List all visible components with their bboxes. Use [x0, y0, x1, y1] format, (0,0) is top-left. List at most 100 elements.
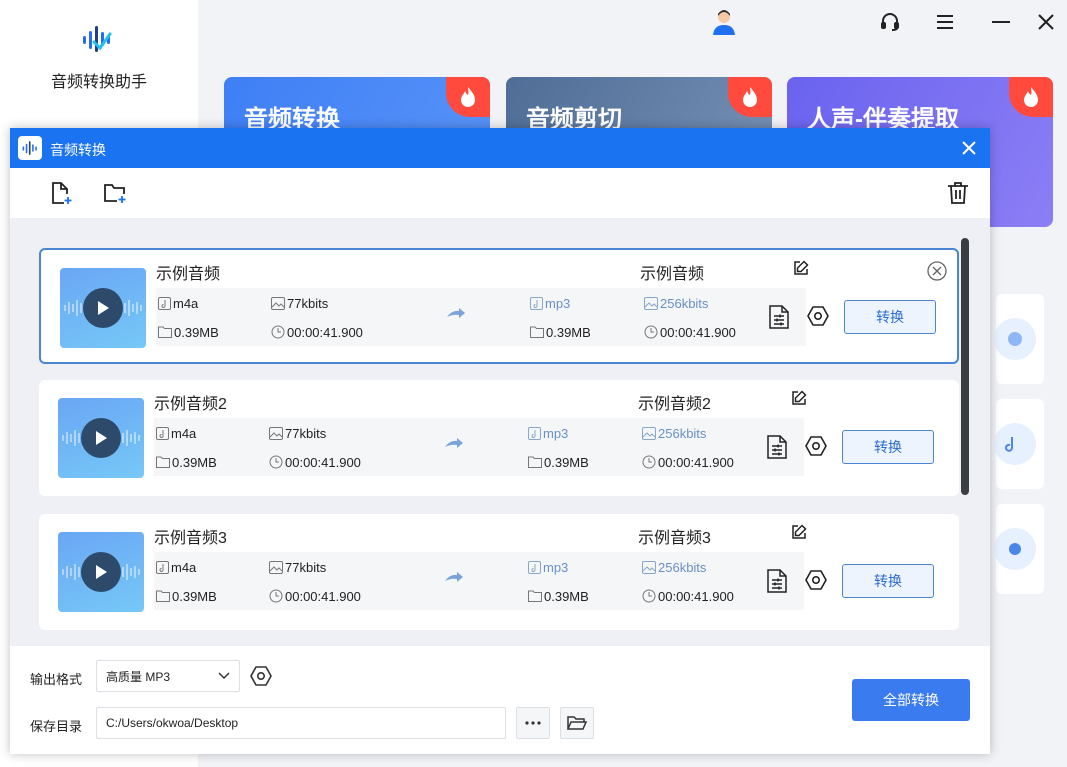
chevron-down-icon — [218, 672, 230, 680]
output-settings-gear-icon[interactable] — [805, 570, 827, 595]
source-duration: 00:00:41.900 — [269, 587, 361, 605]
convert-button[interactable]: 转换 — [842, 430, 934, 464]
music-note-icon — [158, 296, 171, 310]
play-icon — [98, 301, 109, 315]
folder-icon — [156, 456, 170, 468]
file-settings-doc-icon[interactable] — [767, 435, 787, 464]
target-bitrate: 256kbits — [644, 294, 708, 312]
source-duration: 00:00:41.900 — [271, 323, 363, 341]
menu-icon[interactable] — [931, 8, 959, 36]
app-name: 音频转换助手 — [50, 74, 147, 91]
file-card[interactable]: 示例音频2 示例音频2 m4a 77kbits 0.39MB 00:00:41.… — [39, 380, 959, 496]
target-duration: 00:00:41.900 — [642, 587, 734, 605]
file-list[interactable]: 示例音频 示例音频 m4a 77kbits 0.39MB 00:00:41.90… — [10, 218, 990, 646]
output-file-name: 示例音频3 — [638, 530, 711, 547]
image-frame-icon — [644, 296, 658, 310]
dialog-titlebar: 音频转换 — [10, 128, 990, 168]
avatar[interactable] — [710, 8, 738, 36]
target-bitrate: 256kbits — [642, 558, 706, 576]
delete-all-trash-icon[interactable] — [945, 180, 971, 206]
edit-name-icon[interactable] — [791, 390, 807, 411]
convert-button[interactable]: 转换 — [842, 564, 934, 598]
source-size: 0.39MB — [156, 587, 217, 605]
music-note-icon — [156, 426, 169, 440]
tool-tile[interactable] — [994, 399, 1044, 489]
image-frame-icon — [269, 560, 283, 574]
edit-name-icon[interactable] — [791, 524, 807, 545]
browse-more-button[interactable] — [516, 707, 550, 739]
audio-thumbnail — [58, 398, 144, 478]
file-card[interactable]: 示例音频3 示例音频3 m4a 77kbits 0.39MB 00:00:41.… — [39, 514, 959, 630]
folder-icon — [530, 326, 544, 338]
output-settings-gear-icon[interactable] — [807, 306, 829, 331]
minimize-icon[interactable] — [987, 8, 1015, 36]
dialog-title: 音频转换 — [50, 142, 106, 158]
output-settings-gear-icon[interactable] — [805, 436, 827, 461]
file-settings-doc-icon[interactable] — [767, 569, 787, 598]
source-file-name: 示例音频3 — [154, 530, 227, 547]
source-format: m4a — [158, 294, 198, 312]
target-bitrate: 256kbits — [642, 424, 706, 442]
more-dots-icon — [525, 721, 541, 725]
support-headset-icon[interactable] — [876, 8, 904, 36]
tool-tile-icon — [994, 423, 1036, 465]
image-frame-icon — [269, 426, 283, 440]
convert-arrow-icon — [444, 437, 464, 456]
folder-icon — [528, 590, 542, 602]
music-note-icon — [156, 560, 169, 574]
dialog-close-icon[interactable] — [958, 137, 980, 159]
add-folder-icon[interactable] — [102, 180, 128, 206]
target-size: 0.39MB — [530, 323, 591, 341]
convert-button[interactable]: 转换 — [844, 300, 936, 334]
target-duration: 00:00:41.900 — [642, 453, 734, 471]
output-file-name: 示例音频2 — [638, 396, 711, 413]
tool-tile[interactable] — [994, 294, 1044, 384]
play-button[interactable] — [81, 552, 121, 592]
source-bitrate: 77kbits — [271, 294, 328, 312]
image-frame-icon — [642, 426, 656, 440]
convert-arrow-icon — [444, 571, 464, 590]
play-button[interactable] — [81, 418, 121, 458]
folder-open-icon — [567, 716, 587, 730]
target-size: 0.39MB — [528, 587, 589, 605]
hot-fire-icon — [446, 77, 490, 117]
audio-thumbnail — [60, 268, 146, 348]
open-folder-button[interactable] — [560, 707, 594, 739]
window-controls — [198, 8, 1067, 36]
file-settings-doc-icon[interactable] — [769, 305, 789, 334]
target-format: mp3 — [530, 294, 570, 312]
image-frame-icon — [271, 296, 285, 310]
tool-tile-icon — [994, 528, 1036, 570]
file-card[interactable]: 示例音频 示例音频 m4a 77kbits 0.39MB 00:00:41.90… — [39, 248, 959, 364]
save-dir-value: C:/Users/okwoa/Desktop — [106, 716, 239, 730]
tool-tile-icon — [994, 318, 1036, 360]
source-bitrate: 77kbits — [269, 558, 326, 576]
remove-file-icon[interactable] — [927, 261, 947, 286]
source-format: m4a — [156, 558, 196, 576]
edit-name-icon[interactable] — [793, 260, 809, 281]
source-file-name: 示例音频2 — [154, 396, 227, 413]
folder-icon — [158, 326, 172, 338]
target-format: mp3 — [528, 558, 568, 576]
target-duration: 00:00:41.900 — [644, 323, 736, 341]
save-dir-input[interactable]: C:/Users/okwoa/Desktop — [96, 707, 506, 739]
source-size: 0.39MB — [158, 323, 219, 341]
format-settings-gear-icon[interactable] — [250, 666, 272, 691]
dialog-logo-icon — [18, 136, 42, 160]
clock-icon — [642, 455, 656, 469]
music-note-icon — [528, 426, 541, 440]
add-file-icon[interactable] — [48, 180, 74, 206]
dialog-toolbar — [10, 168, 990, 218]
close-window-icon[interactable] — [1032, 8, 1060, 36]
music-note-icon — [530, 296, 543, 310]
convert-all-button[interactable]: 全部转换 — [852, 679, 970, 721]
play-button[interactable] — [83, 288, 123, 328]
file-list-scrollbar[interactable] — [961, 238, 969, 495]
source-size: 0.39MB — [156, 453, 217, 471]
convert-arrow-icon — [446, 307, 466, 326]
tool-tile[interactable] — [994, 504, 1044, 594]
output-file-name: 示例音频 — [640, 266, 705, 283]
clock-icon — [269, 455, 283, 469]
output-format-select[interactable]: 高质量 MP3 — [96, 660, 240, 692]
source-format: m4a — [156, 424, 196, 442]
